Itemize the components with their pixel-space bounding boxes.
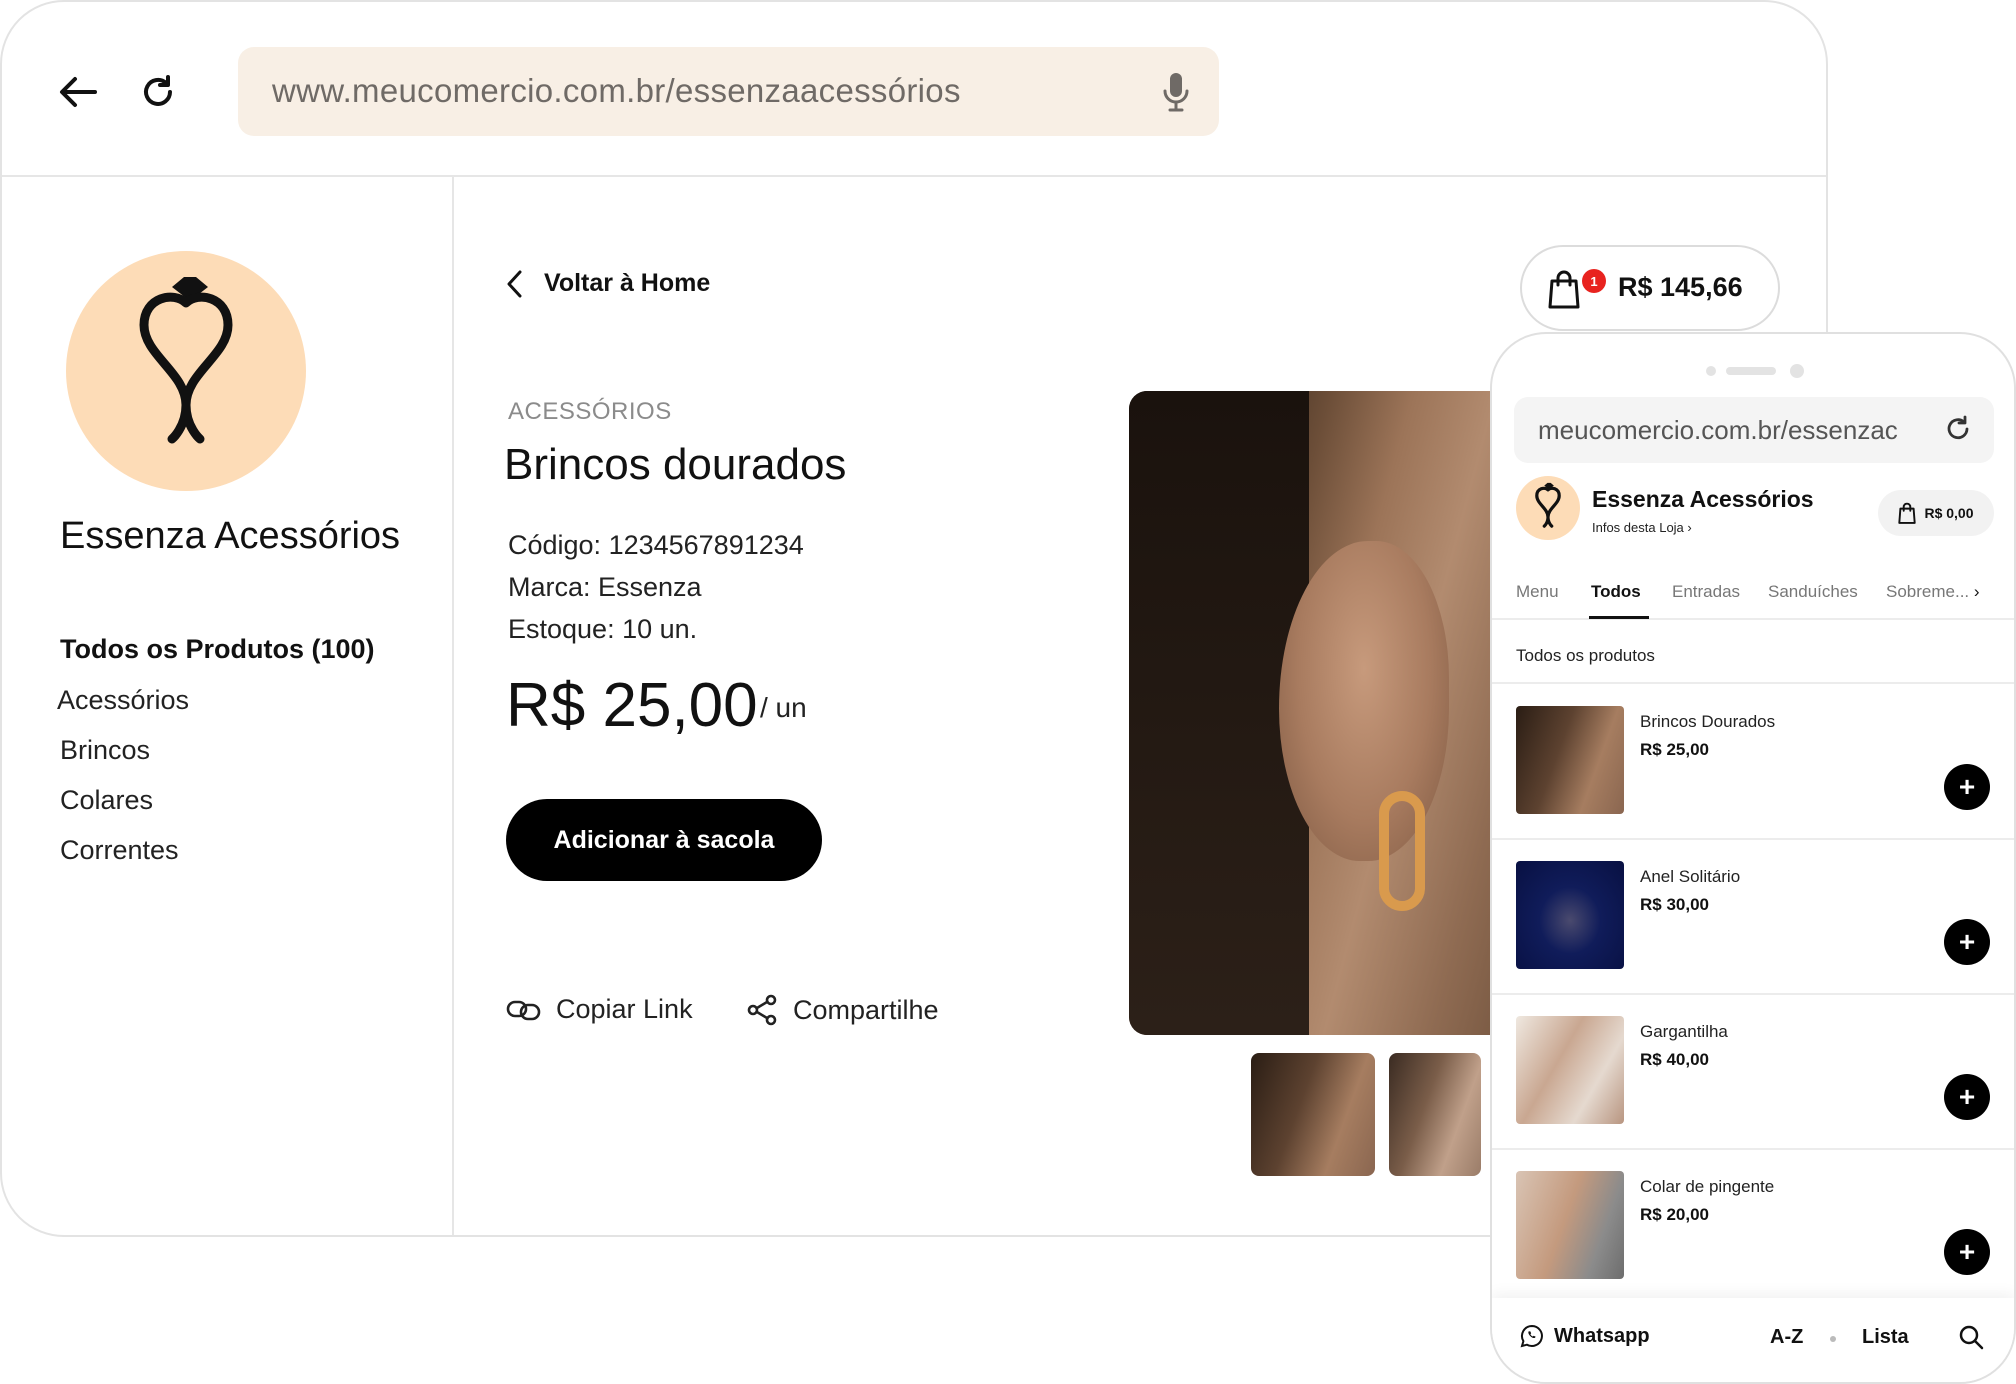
mobile-cart-total: R$ 0,00 xyxy=(1924,505,1974,521)
product-stock: Estoque: 10 un. xyxy=(508,614,698,644)
back-to-home-link[interactable]: Voltar à Home xyxy=(506,269,710,298)
product-thumbnail[interactable] xyxy=(1389,1053,1481,1176)
mobile-address-bar[interactable]: meucomercio.com.br/essenzac xyxy=(1514,397,1994,463)
whatsapp-label: Whatsapp xyxy=(1554,1324,1650,1347)
mobile-bottom-bar: Whatsapp A-Z Lista xyxy=(1492,1298,2014,1382)
back-arrow-icon[interactable] xyxy=(56,70,100,114)
category-correntes[interactable]: Correntes xyxy=(60,835,179,866)
product-thumbnail xyxy=(1516,1016,1624,1124)
product-list-item[interactable]: Anel Solitário R$ 30,00 + xyxy=(1492,839,2014,993)
search-icon[interactable] xyxy=(1958,1324,1984,1350)
chevron-right-icon: › xyxy=(1687,520,1692,535)
microphone-icon[interactable] xyxy=(1161,71,1191,113)
tab-entradas[interactable]: Entradas xyxy=(1672,582,1740,602)
product-brand: Marca: Essenza xyxy=(508,572,702,602)
tab-sobremesas[interactable]: Sobreme... › xyxy=(1886,582,1980,602)
product-code: Código: 1234567891234 xyxy=(508,530,804,560)
chevron-right-icon: › xyxy=(1973,582,1980,601)
product-price: R$ 30,00 xyxy=(1640,895,1709,914)
mobile-store-logo xyxy=(1516,476,1580,540)
reload-icon[interactable] xyxy=(1944,415,1972,443)
product-price: R$ 25,00 xyxy=(506,671,758,740)
cart-total: R$ 145,66 xyxy=(1618,272,1743,302)
product-category: ACESSÓRIOS xyxy=(508,398,672,425)
store-info-link[interactable]: Infos desta Loja › xyxy=(1592,520,1692,535)
section-title: Todos os produtos xyxy=(1516,646,1655,665)
copy-link-label: Copiar Link xyxy=(556,994,693,1024)
active-tab-indicator xyxy=(1589,616,1649,619)
product-price: R$ 20,00 xyxy=(1640,1205,1709,1224)
mobile-phone-frame: meucomercio.com.br/essenzac Essenza Aces… xyxy=(1490,332,2016,1384)
tab-todos[interactable]: Todos xyxy=(1591,582,1641,602)
share-icon xyxy=(747,994,777,1026)
store-name: Essenza Acessórios xyxy=(60,515,401,557)
store-sidebar: Essenza Acessórios Todos os Produtos (10… xyxy=(2,177,454,1235)
add-item-button[interactable]: + xyxy=(1944,764,1990,810)
cart-button[interactable]: 1 R$ 145,66 xyxy=(1520,245,1780,331)
product-main-image xyxy=(1129,391,1549,1035)
address-bar[interactable]: www.meucomercio.com.br/essenzaacessórios xyxy=(238,47,1219,136)
shopping-bag-icon xyxy=(1898,502,1917,524)
copy-link-button[interactable]: Copiar Link xyxy=(506,994,693,1025)
store-info-label: Infos desta Loja xyxy=(1592,520,1684,535)
product-thumbnail xyxy=(1516,1171,1624,1279)
cart-count-badge: 1 xyxy=(1582,269,1606,293)
whatsapp-icon xyxy=(1520,1324,1543,1348)
category-tabs: Menu Todos Entradas Sanduíches Sobreme..… xyxy=(1492,560,2014,620)
share-button[interactable]: Compartilhe xyxy=(747,994,939,1026)
address-bar-url: www.meucomercio.com.br/essenzaacessórios xyxy=(272,72,961,109)
list-view-button[interactable]: Lista xyxy=(1862,1326,1909,1349)
shopping-bag-icon xyxy=(1548,270,1580,309)
tab-sanduiches[interactable]: Sanduíches xyxy=(1768,582,1858,602)
whatsapp-button[interactable]: Whatsapp xyxy=(1520,1324,1650,1348)
product-price: R$ 40,00 xyxy=(1640,1050,1709,1069)
store-logo xyxy=(66,251,306,491)
product-list-item[interactable]: Colar de pingente R$ 20,00 + xyxy=(1492,1149,2014,1303)
sort-az-button[interactable]: A-Z xyxy=(1770,1326,1803,1349)
product-name: Colar de pingente xyxy=(1640,1177,1775,1196)
add-item-button[interactable]: + xyxy=(1944,1229,1990,1275)
chevron-left-icon xyxy=(507,270,522,297)
product-thumbnail xyxy=(1516,861,1624,969)
product-title: Brincos dourados xyxy=(504,440,847,489)
category-colares[interactable]: Colares xyxy=(60,785,153,816)
product-price: R$ 25,00 xyxy=(1640,740,1709,759)
mobile-store-name: Essenza Acessórios xyxy=(1592,486,1814,512)
category-all-products[interactable]: Todos os Produtos (100) xyxy=(60,634,375,665)
back-to-home-label: Voltar à Home xyxy=(544,269,711,297)
product-list-item[interactable]: Gargantilha R$ 40,00 + xyxy=(1492,994,2014,1148)
product-thumbnail[interactable] xyxy=(1251,1053,1375,1176)
product-unit: / un xyxy=(760,692,807,723)
product-list-item[interactable]: Brincos Dourados R$ 25,00 + xyxy=(1492,684,2014,838)
browser-toolbar: www.meucomercio.com.br/essenzaacessórios xyxy=(2,2,1826,177)
mobile-address-url: meucomercio.com.br/essenzac xyxy=(1538,415,1898,445)
product-thumbnail xyxy=(1516,706,1624,814)
product-name: Anel Solitário xyxy=(1640,867,1741,886)
tab-menu[interactable]: Menu xyxy=(1516,582,1559,602)
add-item-button[interactable]: + xyxy=(1944,919,1990,965)
add-item-button[interactable]: + xyxy=(1944,1074,1990,1120)
link-icon xyxy=(506,1000,541,1020)
add-to-bag-button[interactable]: Adicionar à sacola xyxy=(506,799,822,881)
mobile-cart-button[interactable]: R$ 0,00 xyxy=(1878,490,1994,536)
category-brincos[interactable]: Brincos xyxy=(60,735,150,766)
tab-sobremesas-label: Sobreme... xyxy=(1886,582,1970,601)
category-acessorios[interactable]: Acessórios xyxy=(57,685,189,716)
reload-icon[interactable] xyxy=(136,70,180,114)
product-name: Gargantilha xyxy=(1640,1022,1728,1041)
share-label: Compartilhe xyxy=(793,994,939,1025)
product-name: Brincos Dourados xyxy=(1640,712,1776,731)
